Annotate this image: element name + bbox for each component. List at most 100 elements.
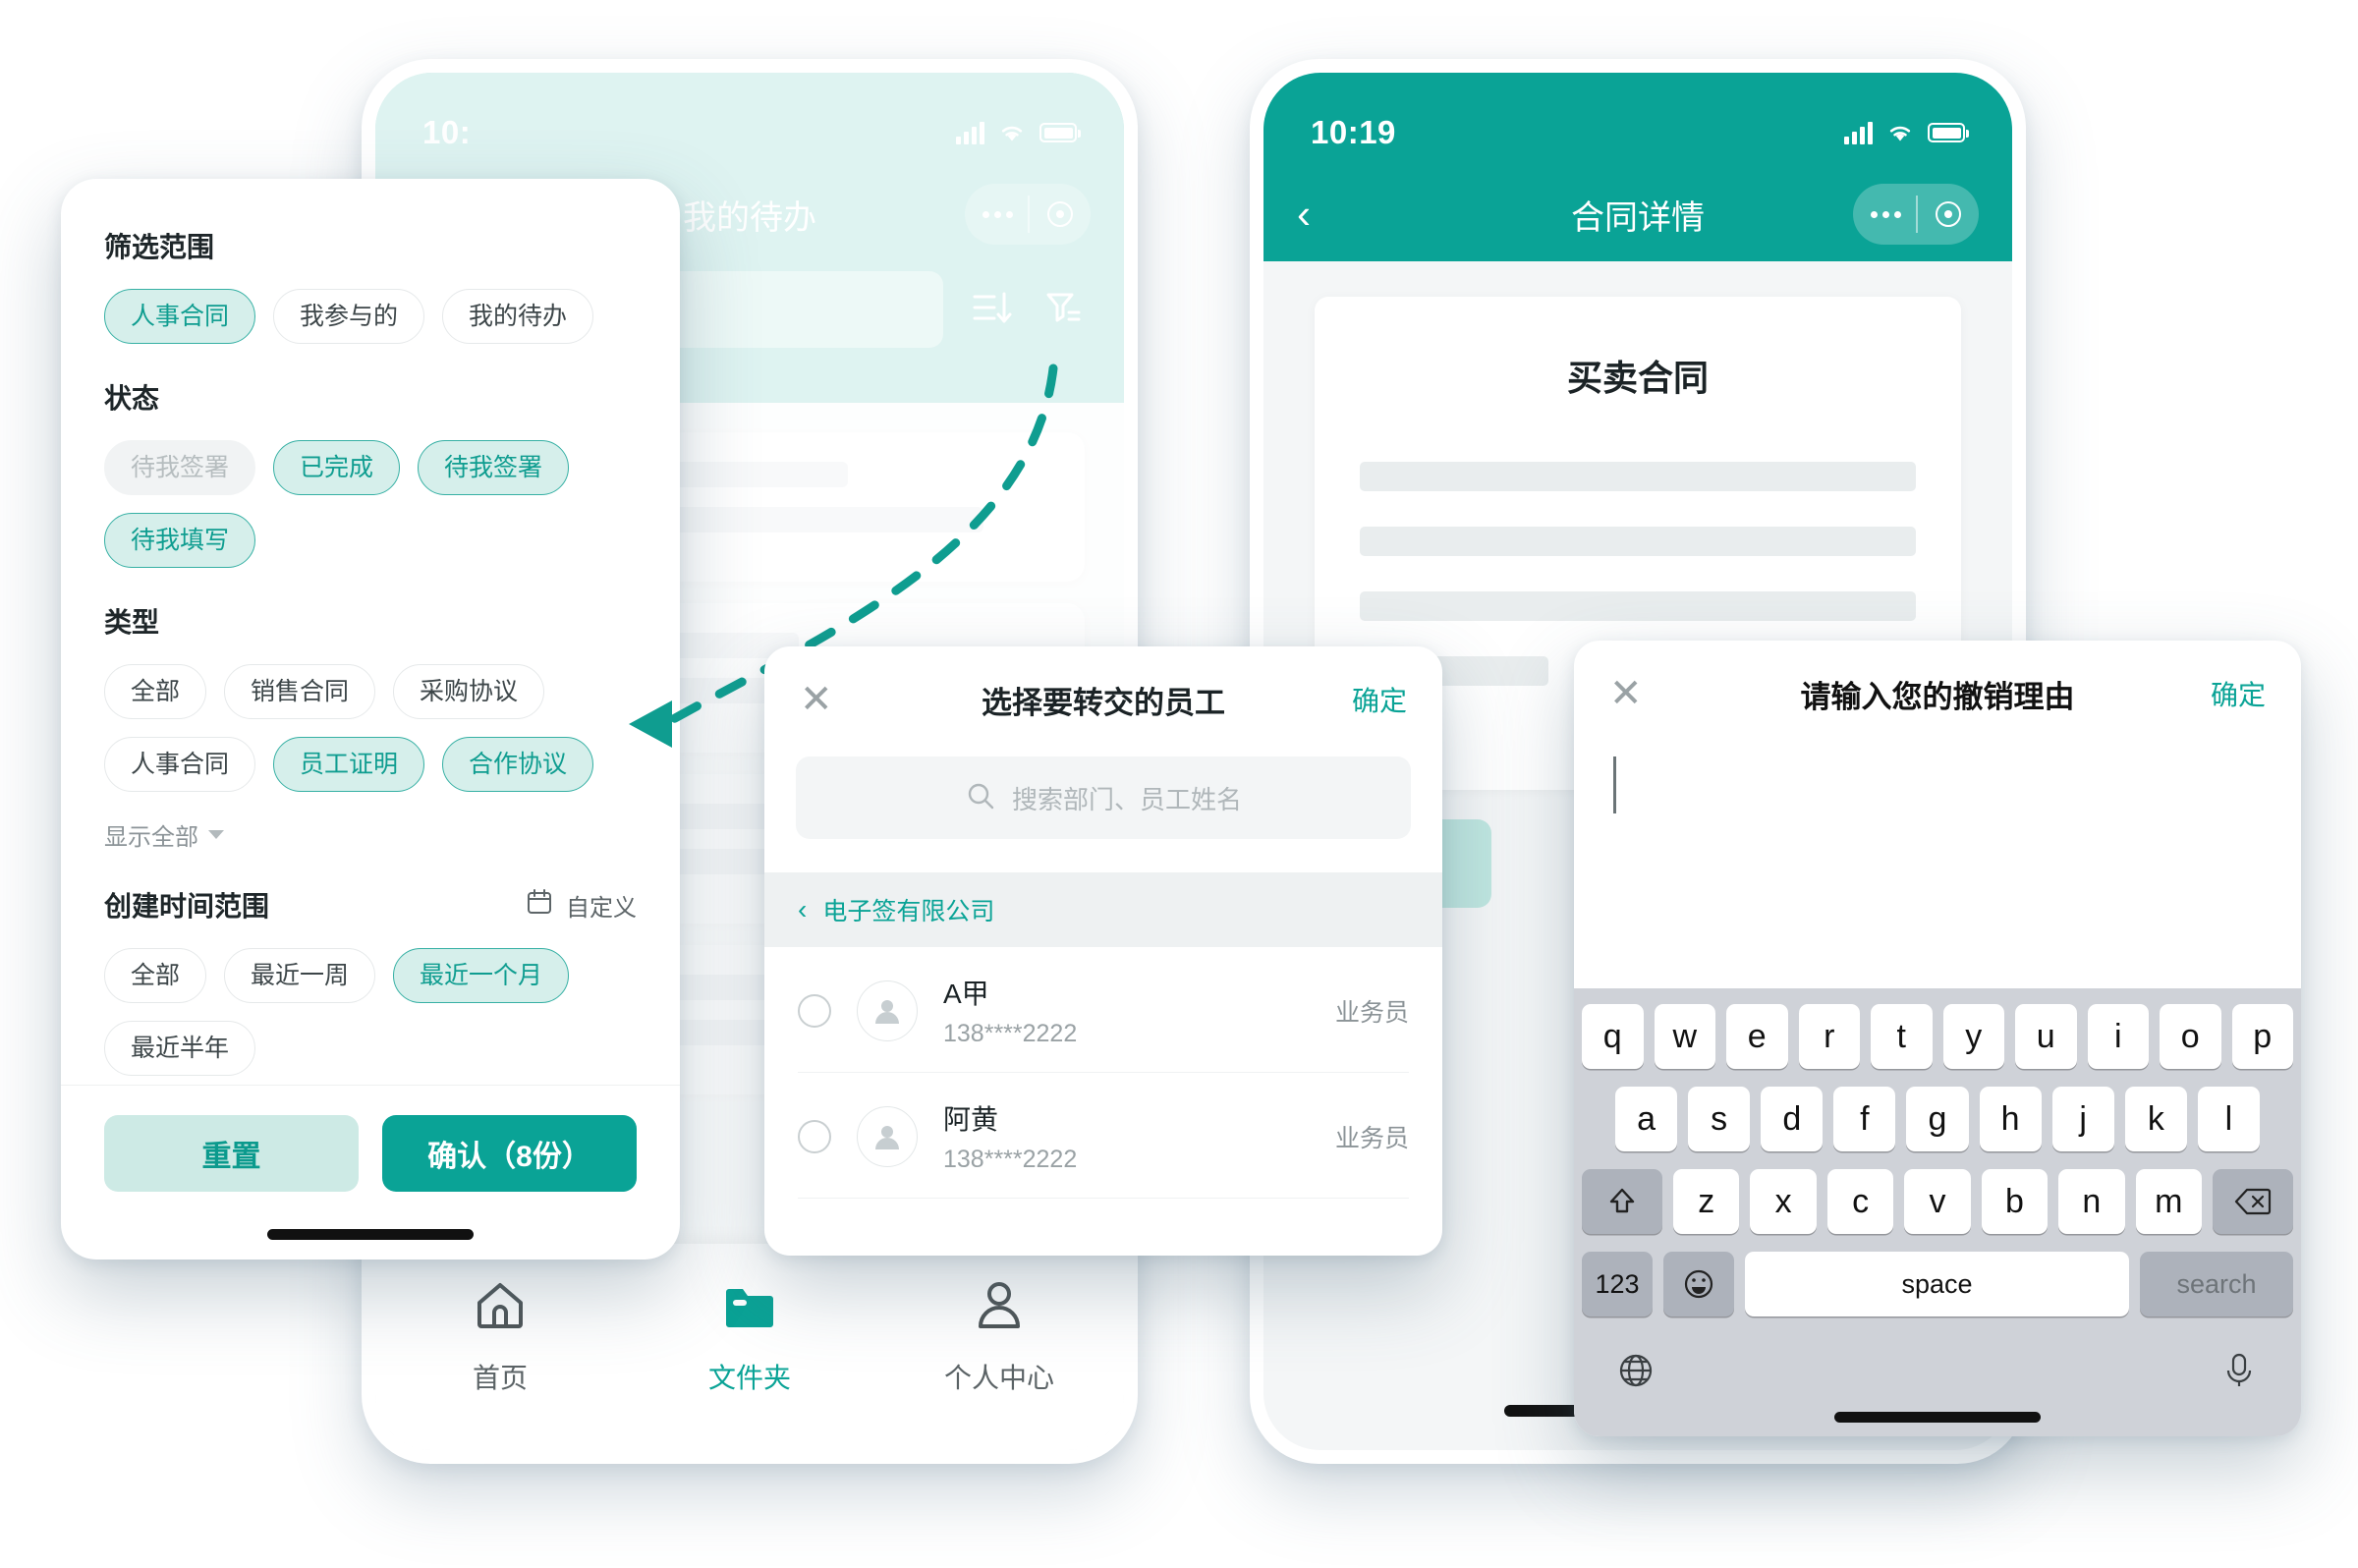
emoji-icon[interactable] — [1663, 1252, 1734, 1316]
custom-date-button[interactable]: 自定义 — [525, 887, 637, 924]
more-dots-icon[interactable] — [1870, 210, 1901, 218]
globe-icon[interactable] — [1615, 1350, 1656, 1396]
key-numbers[interactable]: 123 — [1582, 1252, 1653, 1316]
confirm-button[interactable]: 确认（8份） — [382, 1115, 637, 1192]
chip-status-3[interactable]: 待我填写 — [104, 513, 256, 568]
radio-unchecked-icon[interactable] — [798, 1119, 831, 1153]
chip-scope-0[interactable]: 人事合同 — [104, 289, 256, 344]
key-d[interactable]: d — [1761, 1087, 1824, 1151]
chip-scope-2[interactable]: 我的待办 — [442, 289, 594, 344]
sort-icon[interactable] — [969, 285, 1014, 335]
chip-date-3[interactable]: 最近半年 — [104, 1021, 256, 1076]
employee-phone: 138****2222 — [943, 1020, 1078, 1047]
chip-type-4[interactable]: 员工证明 — [273, 737, 425, 792]
key-z[interactable]: z — [1673, 1169, 1740, 1234]
confirm-button[interactable]: 确定 — [1352, 680, 1407, 719]
skeleton-bar — [1360, 527, 1916, 556]
transfer-employee-modal: ✕ 选择要转交的员工 确定 搜索部门、员工姓名 ‹ 电子签有限公司 A甲 138 — [764, 646, 1442, 1256]
key-x[interactable]: x — [1750, 1169, 1817, 1234]
search-icon — [965, 780, 996, 816]
key-n[interactable]: n — [2058, 1169, 2125, 1234]
chip-status-2[interactable]: 待我签署 — [418, 440, 570, 495]
chip-date-1[interactable]: 最近一周 — [224, 948, 376, 1003]
target-icon[interactable] — [1047, 201, 1074, 227]
key-u[interactable]: u — [2015, 1004, 2077, 1069]
mini-program-capsule[interactable] — [965, 184, 1091, 245]
transfer-modal-title: 选择要转交的员工 — [982, 685, 1225, 720]
chip-date-2[interactable]: 最近一个月 — [393, 948, 570, 1003]
search-input[interactable]: 搜索部门、员工姓名 — [796, 756, 1411, 839]
key-t[interactable]: t — [1871, 1004, 1933, 1069]
chevron-left-icon[interactable]: ‹ — [798, 896, 807, 924]
key-r[interactable]: r — [1798, 1004, 1860, 1069]
more-dots-icon[interactable] — [982, 210, 1013, 218]
keyboard-row-4: 123 space search — [1582, 1252, 2293, 1316]
revoke-reason-modal: ✕ 请输入您的撤销理由 确定 q w e r t y u i o p a s d… — [1574, 641, 2301, 1436]
wifi-icon — [998, 122, 1026, 143]
key-v[interactable]: v — [1904, 1169, 1971, 1234]
chip-type-3[interactable]: 人事合同 — [104, 737, 256, 792]
chip-type-0[interactable]: 全部 — [104, 664, 207, 719]
key-q[interactable]: q — [1582, 1004, 1644, 1069]
folder-icon — [721, 1277, 778, 1339]
tab-profile[interactable]: 个人中心 — [874, 1277, 1124, 1396]
chevron-left-icon[interactable]: ‹ — [1297, 194, 1311, 235]
key-l[interactable]: l — [2197, 1087, 2260, 1151]
radio-unchecked-icon[interactable] — [798, 993, 831, 1028]
key-i[interactable]: i — [2087, 1004, 2149, 1069]
key-b[interactable]: b — [1981, 1169, 2049, 1234]
key-a[interactable]: a — [1615, 1087, 1678, 1151]
key-c[interactable]: c — [1826, 1169, 1894, 1234]
key-search[interactable]: search — [2140, 1252, 2293, 1316]
key-g[interactable]: g — [1906, 1087, 1969, 1151]
reset-button[interactable]: 重置 — [104, 1115, 359, 1192]
tab-home[interactable]: 首页 — [375, 1277, 625, 1396]
tab-folder[interactable]: 文件夹 — [625, 1277, 874, 1396]
chip-date-0[interactable]: 全部 — [104, 948, 207, 1003]
key-h[interactable]: h — [1979, 1087, 2042, 1151]
screenshot-stage: 10: 我的待办 首页 文件夹 个人中心 10:19 ‹ 合同详情 买卖合同 筛… — [0, 0, 2358, 1568]
mini-program-capsule[interactable] — [1853, 184, 1979, 245]
tab-home-label: 首页 — [472, 1363, 528, 1393]
key-y[interactable]: y — [1942, 1004, 2004, 1069]
close-icon[interactable]: ✕ — [1609, 674, 1643, 713]
breadcrumb[interactable]: ‹ 电子签有限公司 — [764, 872, 1442, 947]
keyboard-row-1: q w e r t y u i o p — [1582, 1004, 2293, 1069]
employee-info: 阿黄 138****2222 — [943, 1098, 1077, 1174]
chip-type-5[interactable]: 合作协议 — [442, 737, 594, 792]
reason-textarea[interactable] — [1613, 756, 2262, 874]
avatar-person-icon — [857, 980, 918, 1041]
key-w[interactable]: w — [1654, 1004, 1715, 1069]
table-row[interactable]: A甲 138****2222 业务员 — [798, 947, 1409, 1073]
funnel-filter-icon[interactable] — [1039, 285, 1085, 335]
key-o[interactable]: o — [2160, 1004, 2221, 1069]
table-row[interactable]: 阿黄 138****2222 业务员 — [798, 1073, 1409, 1199]
filter-scope-chips: 人事合同 我参与的 我的待办 — [104, 289, 637, 344]
shift-icon[interactable] — [1582, 1169, 1663, 1234]
backspace-icon[interactable] — [2212, 1169, 2293, 1234]
key-j[interactable]: j — [2051, 1087, 2114, 1151]
chip-type-1[interactable]: 销售合同 — [224, 664, 376, 719]
key-space[interactable]: space — [1745, 1252, 2129, 1316]
chip-scope-1[interactable]: 我参与的 — [273, 289, 425, 344]
chip-status-1[interactable]: 已完成 — [273, 440, 401, 495]
date-range-header: 创建时间范围 自定义 — [104, 885, 637, 924]
filter-status-heading: 状态 — [104, 383, 160, 414]
key-f[interactable]: f — [1833, 1087, 1896, 1151]
skeleton-bar — [1360, 591, 1916, 621]
chip-type-2[interactable]: 采购协议 — [393, 664, 545, 719]
search-placeholder: 搜索部门、员工姓名 — [1011, 784, 1242, 814]
key-p[interactable]: p — [2231, 1004, 2293, 1069]
confirm-button[interactable]: 确定 — [2211, 674, 2266, 713]
key-m[interactable]: m — [2135, 1169, 2202, 1234]
employee-name: A甲 — [943, 979, 989, 1009]
target-icon[interactable] — [1936, 201, 1962, 227]
key-s[interactable]: s — [1688, 1087, 1751, 1151]
key-e[interactable]: e — [1726, 1004, 1788, 1069]
status-icons — [1844, 121, 1969, 144]
person-icon — [971, 1277, 1028, 1339]
microphone-icon[interactable] — [2218, 1350, 2260, 1396]
key-k[interactable]: k — [2124, 1087, 2187, 1151]
close-icon[interactable]: ✕ — [800, 680, 833, 719]
show-all-toggle[interactable]: 显示全部 — [104, 817, 637, 852]
